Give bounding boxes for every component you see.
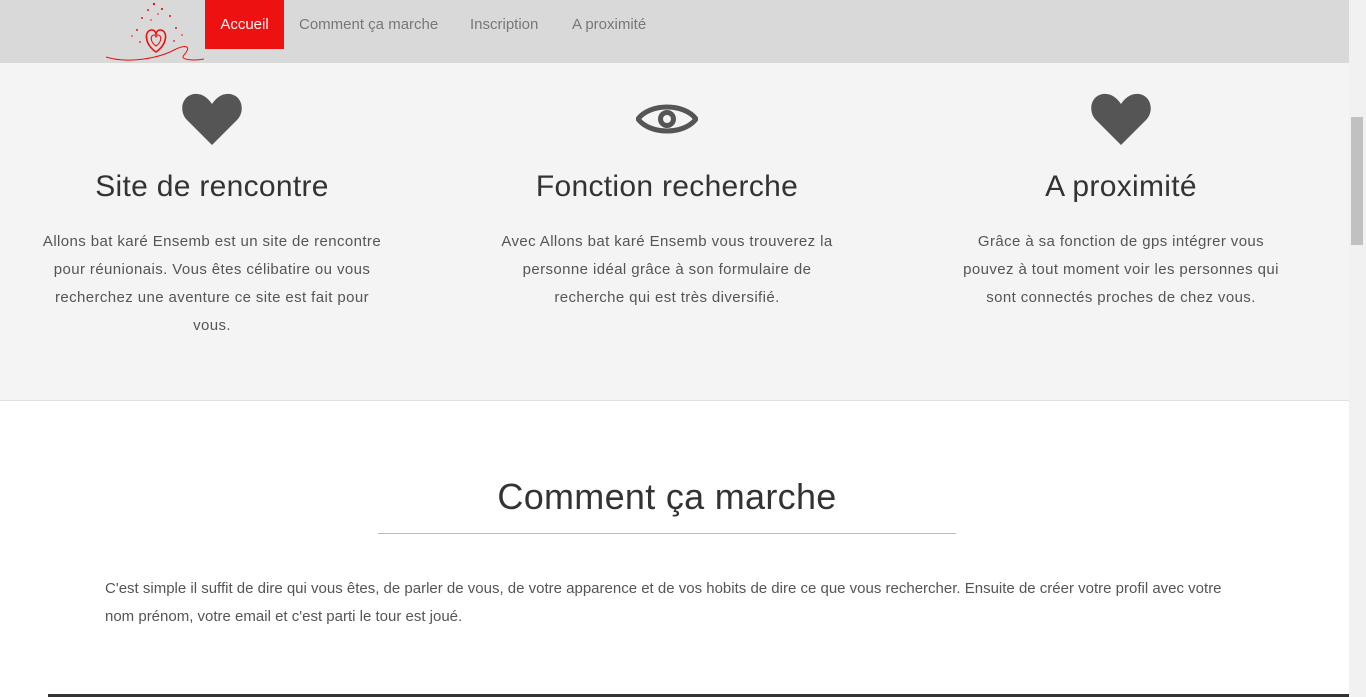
feature-title: Site de rencontre <box>95 170 329 203</box>
section-text: C'est simple il suffit de dire qui vous … <box>105 580 1222 625</box>
feature-text: Avec Allons bat karé Ensemb vous trouver… <box>501 233 833 306</box>
vertical-scrollbar[interactable] <box>1349 0 1366 697</box>
nav-item-comment-ca-marche[interactable]: Comment ça marche <box>299 0 438 49</box>
heart-icon <box>22 90 402 150</box>
heart-icon <box>931 90 1311 150</box>
nav-item-accueil[interactable]: Accueil <box>205 0 284 49</box>
eye-icon <box>477 90 857 150</box>
page: Accueil Comment ça marche Inscription A … <box>0 0 1349 697</box>
nav-item-label: A proximité <box>572 16 647 33</box>
section-title-comment-ca-marche: Comment ça marche <box>497 476 837 517</box>
features-section: Site de rencontre Allons bat karé Ensemb… <box>0 63 1349 401</box>
nav-item-label: Accueil <box>220 16 269 33</box>
nav-item-label: Comment ça marche <box>299 16 439 33</box>
feature-title: Fonction recherche <box>535 170 799 203</box>
heart-logo-icon[interactable] <box>104 0 206 63</box>
nav-item-inscription[interactable]: Inscription <box>470 0 538 49</box>
nav-item-label: Inscription <box>470 16 539 33</box>
feature-title: A proximité <box>1045 170 1197 203</box>
nav-item-a-proximite[interactable]: A proximité <box>572 0 646 49</box>
scrollbar-thumb[interactable] <box>1351 117 1363 245</box>
navbar: Accueil Comment ça marche Inscription A … <box>0 0 1349 63</box>
section-divider <box>378 533 956 534</box>
feature-text: Grâce à sa fonction de gps intégrer vous… <box>963 233 1279 306</box>
feature-text: Allons bat karé Ensemb est un site de re… <box>42 233 382 334</box>
